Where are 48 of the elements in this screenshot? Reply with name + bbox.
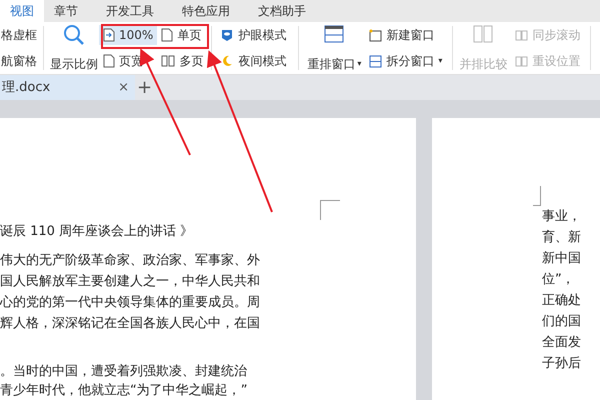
ribbon-tab[interactable]: 章节 xyxy=(44,0,88,22)
close-button[interactable]: × xyxy=(118,78,129,98)
new-window-icon xyxy=(369,28,382,42)
ribbon-tab[interactable]: 特色应用 xyxy=(172,0,240,22)
ribbon-button[interactable]: 格虚框 xyxy=(1,25,37,45)
ribbon-button[interactable]: 100% xyxy=(99,25,158,45)
split-window-icon xyxy=(369,54,382,68)
margin-corner-mark xyxy=(320,200,340,220)
reset-position-icon xyxy=(515,54,528,68)
document-tab[interactable]: 理.docx × xyxy=(0,75,135,100)
body-text-line: 伟大的无产阶级革命家、政治家、军事家、外 xyxy=(0,252,261,270)
ribbon-button[interactable]: 航窗格 xyxy=(1,51,37,71)
moon-icon xyxy=(220,54,234,68)
arrange-windows-button[interactable]: 重排窗口 ▾ xyxy=(307,23,362,73)
body-text-line: 正确处 xyxy=(542,292,582,310)
single-page-icon xyxy=(161,28,174,42)
body-text-line: 国人民解放军主要创建人之一，中华人民共和 xyxy=(0,273,261,291)
body-text-line: 事业， xyxy=(542,208,582,226)
margin-corner-mark xyxy=(533,186,541,206)
ribbon-button[interactable]: 单页 xyxy=(157,25,208,45)
zoom-button[interactable]: 显示比例 xyxy=(50,23,98,73)
ribbon-tab[interactable]: 视图 xyxy=(0,0,44,22)
ribbon-tab[interactable]: 文档助手 xyxy=(248,0,316,22)
body-text-line: 育、新 xyxy=(542,228,582,247)
page-width-icon xyxy=(103,54,115,68)
body-text-line: 位”， xyxy=(542,271,576,289)
ribbon-tab[interactable]: 开发工具 xyxy=(96,0,164,22)
document-tab-title: 理.docx xyxy=(2,78,50,97)
zoom-page-icon xyxy=(103,28,115,42)
ribbon-button[interactable]: 夜间模式 xyxy=(216,51,290,71)
body-text-line: 。当时的中国，遭受着列强欺凌、封建统治 xyxy=(0,363,248,381)
add-tab-button[interactable]: + xyxy=(137,75,152,100)
body-text-line: 辉人格，深深铭记在全国各族人民心中，在国 xyxy=(0,315,261,333)
body-text-line: 青少年时代，他就立志“为了中华之崛起，” xyxy=(0,382,248,400)
body-text-line: 全面发 xyxy=(542,334,582,352)
body-text-line: 新中国 xyxy=(542,250,582,268)
heading-text: 诞辰 110 周年座谈会上的讲话 》 xyxy=(0,223,194,241)
eye-icon xyxy=(220,28,234,42)
ribbon-button[interactable]: 多页 xyxy=(157,51,208,71)
sync-scroll-icon xyxy=(515,28,528,42)
ribbon-button[interactable]: 新建窗口 xyxy=(365,25,446,45)
search-icon xyxy=(62,23,86,47)
ribbon-button[interactable]: 拆分窗口 ▾ xyxy=(365,51,446,71)
body-text-line: 心的党的第一代中央领导集体的重要成员。周 xyxy=(0,294,261,312)
body-text-line: 子孙后 xyxy=(542,355,582,373)
body-text-line: 们的国 xyxy=(542,313,582,331)
multi-page-icon xyxy=(161,54,176,68)
ribbon-button[interactable]: 护眼模式 xyxy=(216,25,290,45)
